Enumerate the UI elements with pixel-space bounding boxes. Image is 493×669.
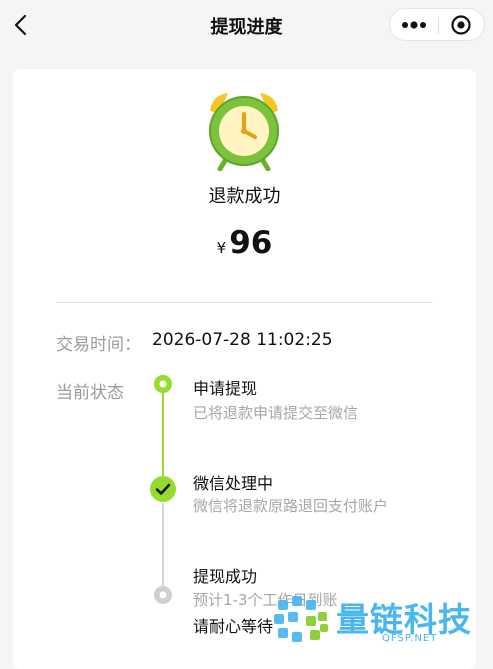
transaction-time-label: 交易时间：: [56, 335, 141, 355]
alarm-clock-icon: [204, 87, 284, 172]
timeline-line-pending: [162, 503, 164, 595]
capsule-divider: [438, 17, 439, 34]
amount-value: 96: [229, 225, 273, 261]
current-status-label: 当前状态: [56, 383, 124, 403]
watermark: 量链科技 QFSP.NET: [270, 590, 493, 654]
check-icon: [150, 476, 176, 502]
refund-amount: ¥96: [13, 225, 476, 261]
step-description: 微信将退款原路退回支付账户: [193, 497, 389, 515]
progress-card: 退款成功 ¥96 交易时间： 2026-07-28 11:02:25 当前状态 …: [13, 69, 476, 669]
timeline-line-done: [162, 390, 164, 487]
watermark-subtext: QFSP.NET: [382, 633, 438, 644]
step-description-note: 请耐心等待: [193, 617, 274, 636]
step-description: 已将退款申请提交至微信: [193, 404, 359, 422]
refund-status-title: 退款成功: [208, 186, 281, 207]
watermark-logo-icon: [274, 596, 328, 642]
navigation-bar: 提现进度: [0, 0, 493, 50]
close-mini-program-button[interactable]: [450, 14, 472, 36]
mini-program-capsule: [389, 8, 485, 41]
target-close-icon: [451, 15, 471, 35]
step-node-done: [154, 375, 172, 397]
step-node-pending: [154, 586, 172, 608]
step-title: 提现成功: [193, 567, 258, 586]
step-title: 微信处理中: [193, 474, 274, 493]
transaction-time-value: 2026-07-28 11:02:25: [152, 330, 333, 350]
more-dots-icon: [402, 21, 426, 29]
section-divider: [56, 302, 433, 303]
dot-icon: [154, 586, 172, 604]
step-node-current: [150, 476, 176, 506]
currency-symbol: ¥: [216, 239, 227, 257]
step-title: 申请提现: [193, 379, 258, 398]
more-button[interactable]: [400, 15, 428, 35]
dot-icon: [154, 375, 172, 393]
